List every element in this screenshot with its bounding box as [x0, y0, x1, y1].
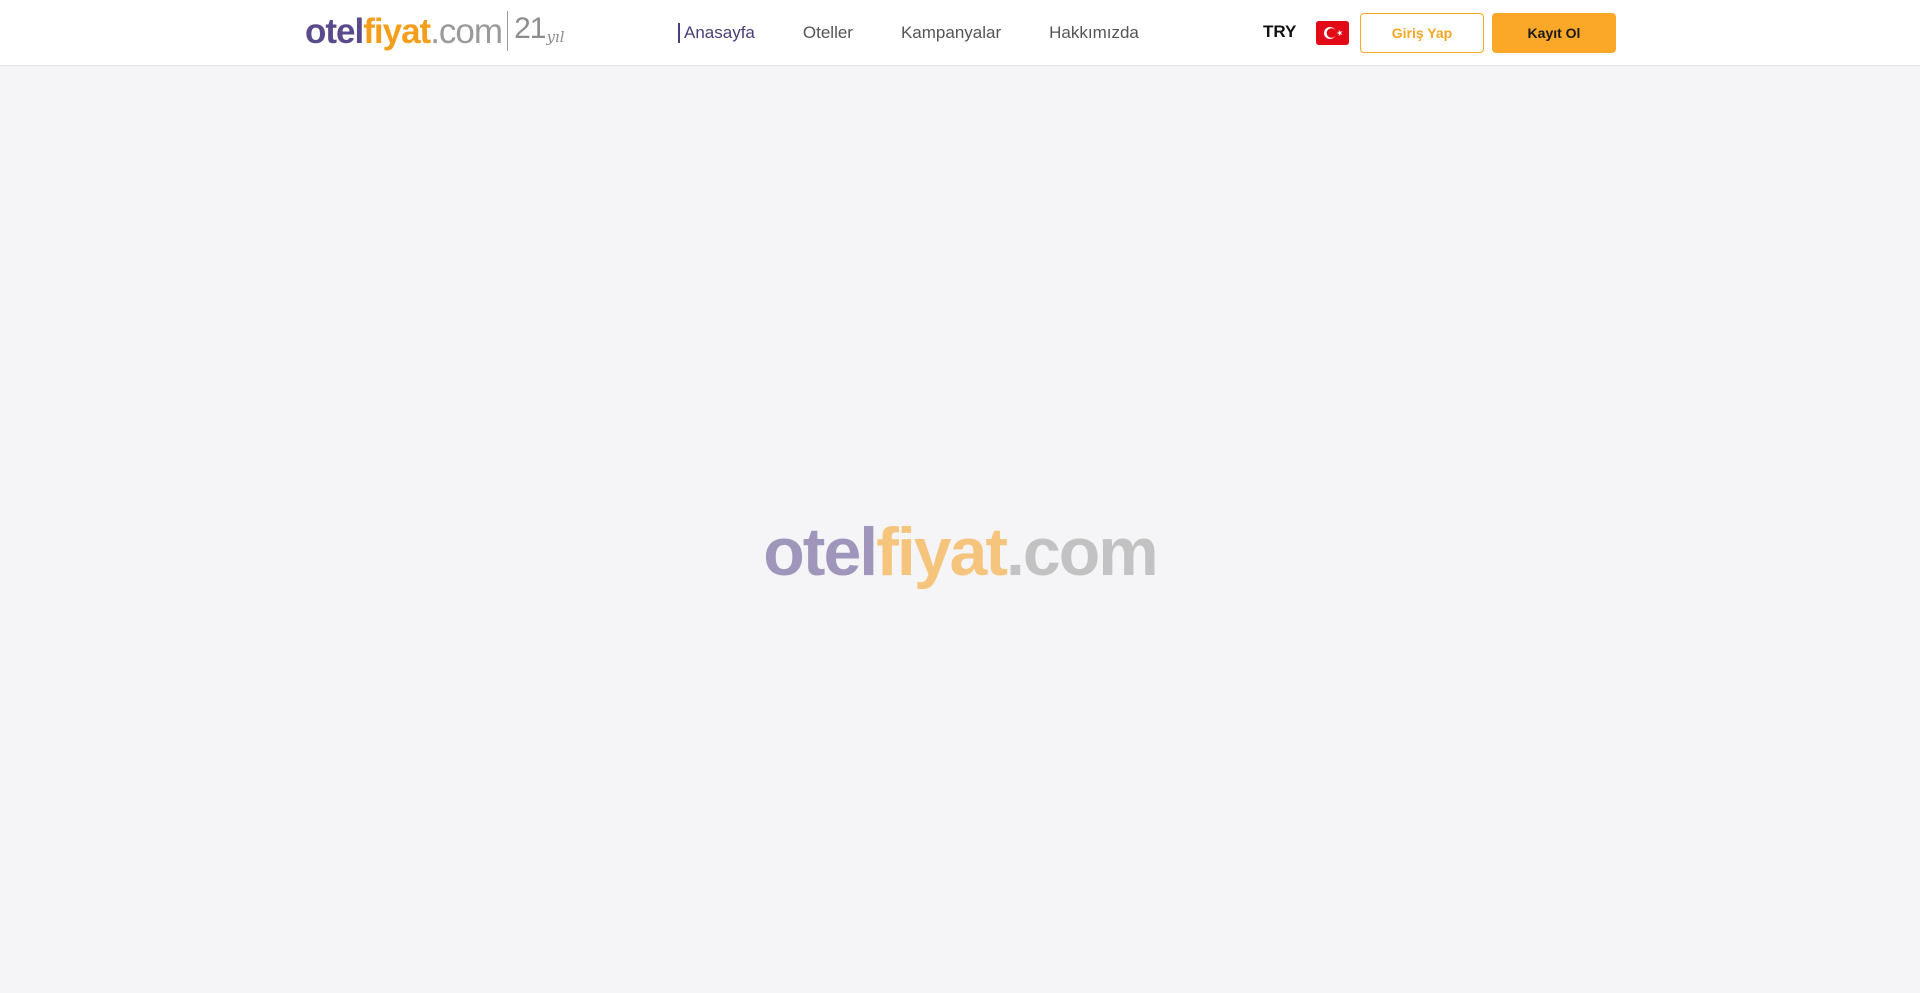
turkey-flag-icon[interactable]: [1316, 21, 1349, 45]
loader-com: .com: [1006, 514, 1159, 590]
nav-item-kampanyalar[interactable]: Kampanyalar: [901, 23, 1001, 43]
logo-years: 21: [514, 12, 546, 45]
logo-fiyat: fiyat: [363, 11, 431, 51]
register-button[interactable]: Kayıt Ol: [1492, 13, 1616, 53]
loader-fiyat: fiyat: [876, 514, 1008, 590]
page-loader: otelfiyat.com: [0, 518, 1920, 586]
logo-otel: otel: [305, 11, 364, 51]
loader-logo: otelfiyat.com: [763, 518, 1158, 586]
currency-selector[interactable]: TRY: [1263, 22, 1296, 42]
logo-divider: [507, 11, 509, 51]
logo-com: .com: [430, 11, 503, 51]
loader-otel: otel: [763, 514, 878, 590]
turkey-flag-graphic: [1316, 21, 1349, 45]
nav-item-anasayfa[interactable]: Anasayfa: [678, 23, 755, 43]
site-header: otelfiyat.com 21 yıl Anasayfa Oteller Ka…: [0, 0, 1920, 66]
nav-item-hakkimizda[interactable]: Hakkımızda: [1049, 23, 1139, 43]
site-logo[interactable]: otelfiyat.com 21 yıl: [305, 9, 565, 53]
header-inner: otelfiyat.com 21 yıl Anasayfa Oteller Ka…: [0, 0, 1920, 66]
logo-wordmark: otelfiyat.com: [305, 11, 503, 51]
main-nav: Anasayfa Oteller Kampanyalar Hakkımızda: [678, 20, 1187, 46]
login-button[interactable]: Giriş Yap: [1360, 13, 1484, 53]
nav-item-oteller[interactable]: Oteller: [803, 23, 853, 43]
logo-years-suffix: yıl: [546, 28, 565, 46]
